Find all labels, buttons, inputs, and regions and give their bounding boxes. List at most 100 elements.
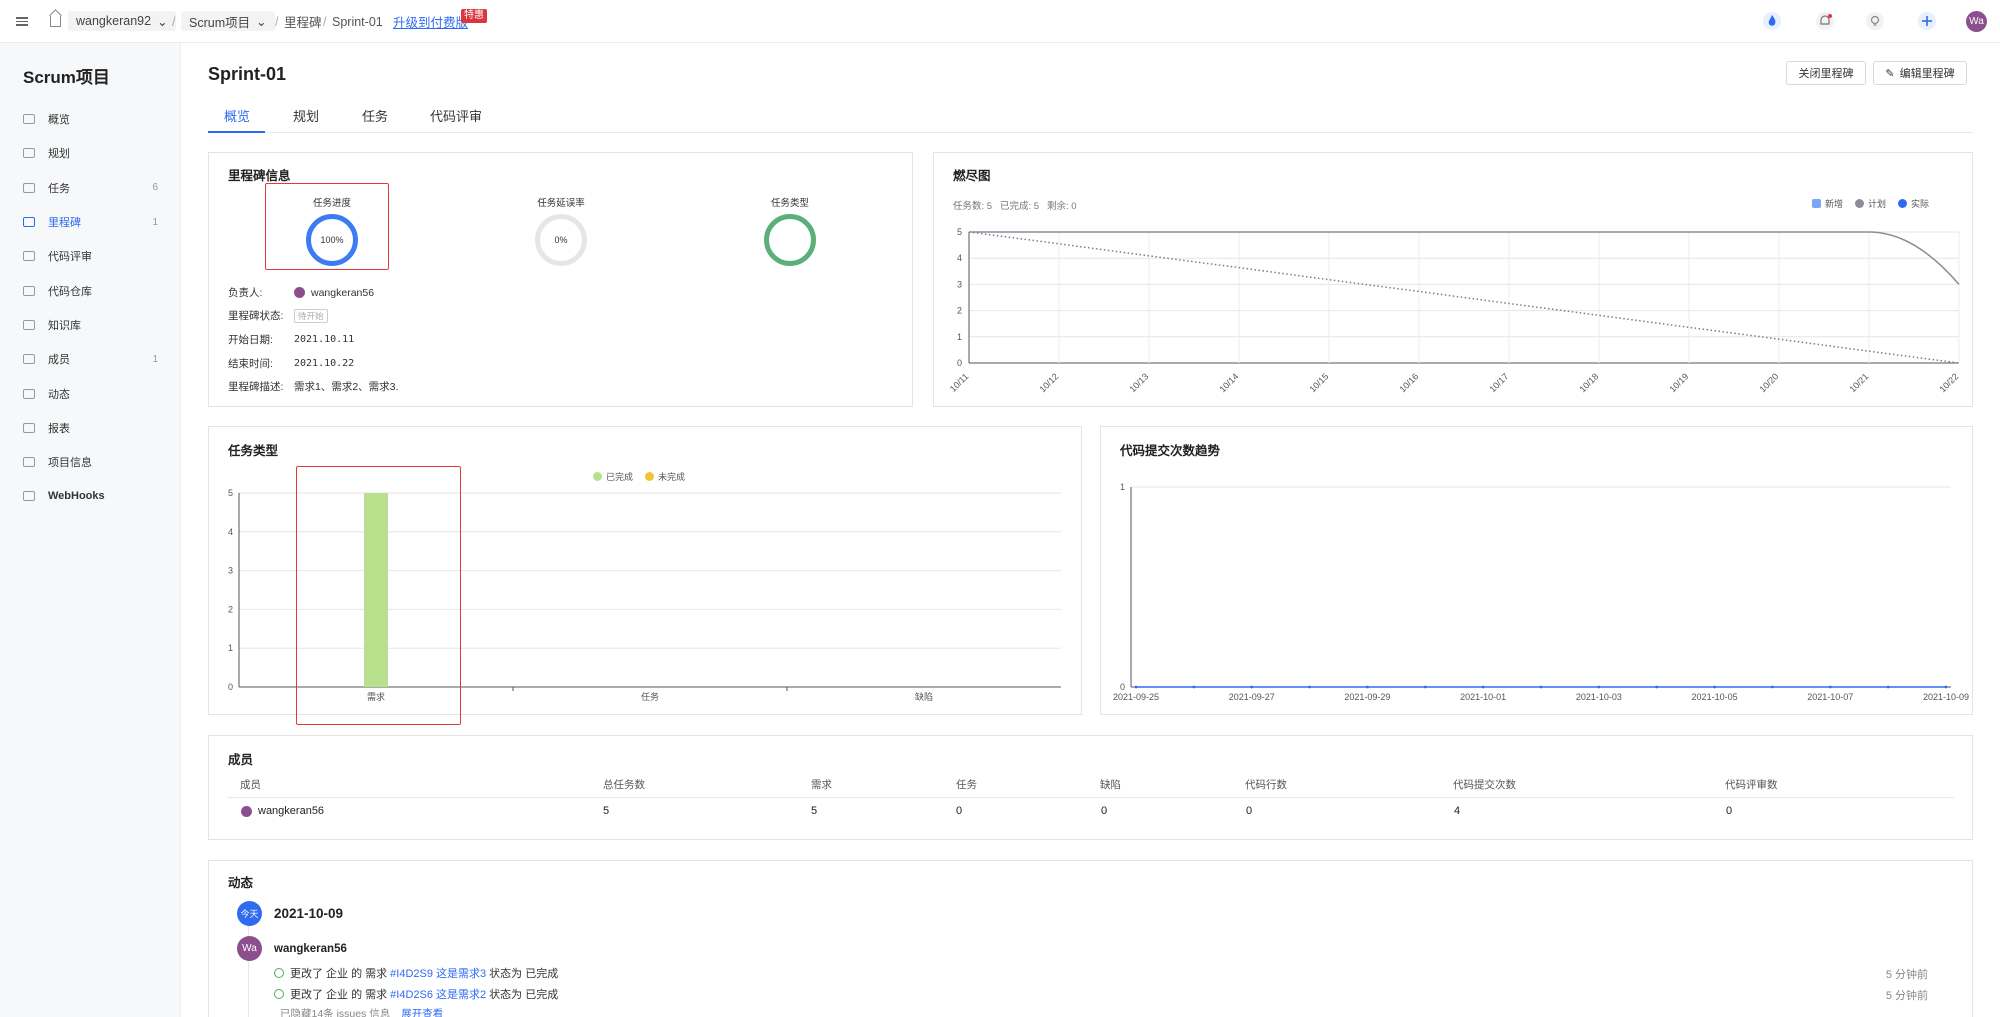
data-point xyxy=(1308,685,1311,689)
x-tick-label: 2021-10-03 xyxy=(1576,692,1622,702)
activity-text: 状态为 已完成 xyxy=(489,989,559,1001)
tab-tasks[interactable]: 任务 xyxy=(362,106,388,125)
lightbulb-icon[interactable] xyxy=(1865,11,1885,31)
sidebar-item-webhooks[interactable]: WebHooks xyxy=(0,479,181,513)
field-label: 里程碑状态: xyxy=(228,310,284,322)
sidebar-item-wiki[interactable]: 知识库 xyxy=(0,308,181,342)
sidebar-item-tasks[interactable]: 任务 6 xyxy=(0,171,181,205)
breadcrumb-sprint: Sprint-01 xyxy=(332,14,383,29)
sidebar-item-reports[interactable]: 报表 xyxy=(0,411,181,445)
x-tick-label: 任务 xyxy=(641,691,659,702)
bell-icon[interactable] xyxy=(1815,11,1835,31)
chevron-down-icon: ⌄ xyxy=(256,14,267,29)
owner-name: wangkeran56 xyxy=(311,286,375,299)
start-date: 2021.10.11 xyxy=(294,334,355,345)
edit-milestone-button[interactable]: ✎ 编辑里程碑 xyxy=(1873,61,1967,85)
y-tick-label: 0 xyxy=(228,682,233,692)
flame-icon[interactable] xyxy=(1762,11,1782,31)
table-cell: 4 xyxy=(1454,805,1461,817)
activity-time: 5 分钟前 xyxy=(1885,990,1928,1002)
home-icon[interactable] xyxy=(50,16,61,27)
members-card: 成员 xyxy=(208,735,1973,840)
table-cell: 5 xyxy=(603,805,610,817)
y-tick-label: 4 xyxy=(228,527,233,537)
avatar xyxy=(294,287,305,298)
column-header: 代码行数 xyxy=(1245,779,1287,791)
user-icon xyxy=(23,354,35,365)
x-tick-label: 10/17 xyxy=(1487,371,1510,394)
data-point xyxy=(1134,685,1138,689)
sidebar-item-milestone[interactable]: 里程碑 1 xyxy=(0,205,181,239)
sidebar-item-overview[interactable]: 概览 xyxy=(0,102,181,136)
sidebar-item-plan[interactable]: 规划 xyxy=(0,136,181,170)
burndown-card: 燃尽图 任务数: 5 已完成: 5 剩余: 0 新增 计划 实际 0123451… xyxy=(933,152,1973,407)
x-tick-label: 2021-10-01 xyxy=(1460,692,1506,702)
breadcrumb-separator: / xyxy=(275,14,279,29)
sidebar-item-activity[interactable]: 动态 xyxy=(0,376,181,410)
breadcrumb-milestone[interactable]: 里程碑 xyxy=(284,0,322,43)
org-selector[interactable]: wangkeran92 ⌄ xyxy=(68,11,176,31)
burndown-chart: 0 1 2 3 4 5 10/11 10/12 10/13 10/14 10/15 10/16 10/1… xyxy=(948,227,1961,394)
sidebar-item-code-review[interactable]: 代码评审 xyxy=(0,239,181,273)
data-point xyxy=(1250,685,1254,689)
data-point xyxy=(1423,685,1427,689)
task-type-ring xyxy=(764,214,816,266)
menu-icon[interactable] xyxy=(16,0,30,43)
pull-request-icon xyxy=(23,251,35,262)
x-tick-label: 2021-10-09 xyxy=(1923,692,1969,702)
expand-link[interactable]: 展开查看 xyxy=(401,1006,443,1017)
sidebar-item-label: 里程碑 xyxy=(48,217,81,230)
column-header: 总任务数 xyxy=(603,779,645,791)
card-title: 成员 xyxy=(228,753,254,767)
hidden-info: 已隐藏14条 issues 信息 展开查看 xyxy=(280,1006,443,1017)
upgrade-link[interactable]: 升级到付费版 xyxy=(393,0,468,43)
promo-badge: 特惠 xyxy=(461,9,487,23)
ring-label: 任务类型 xyxy=(770,198,809,209)
task-icon xyxy=(23,182,35,193)
tab-overview[interactable]: 概览 xyxy=(224,106,250,125)
field-label: 开始日期: xyxy=(228,334,273,346)
tab-planning[interactable]: 规划 xyxy=(293,106,319,125)
description: 需求1、需求2、需求3. xyxy=(294,381,399,393)
card-title: 动态 xyxy=(228,876,254,890)
breadcrumb-separator: / xyxy=(172,14,176,29)
sidebar-item-members[interactable]: 成员 1 xyxy=(0,342,181,376)
delay-value: 0% xyxy=(554,235,568,245)
add-icon[interactable] xyxy=(1917,11,1937,31)
plan-icon xyxy=(23,148,35,159)
user-avatar[interactable]: Wa xyxy=(1966,11,1987,32)
ring-label: 任务延误率 xyxy=(537,198,585,209)
y-tick-label: 2 xyxy=(228,604,233,614)
delay-ring: 0% xyxy=(535,214,587,266)
table-cell: 0 xyxy=(1246,805,1253,817)
sidebar-item-project-info[interactable]: 项目信息 xyxy=(0,445,181,479)
sidebar-item-repo[interactable]: 代码仓库 xyxy=(0,273,181,307)
y-tick-label: 1 xyxy=(228,643,233,653)
project-selector[interactable]: Scrum项目 ⌄ xyxy=(181,11,275,31)
hidden-count: 已隐藏14条 issues 信息 xyxy=(280,1008,391,1017)
activity-user[interactable]: wangkeran56 xyxy=(274,943,347,955)
x-tick-label: 10/14 xyxy=(1217,371,1240,394)
commit-trend-chart: 0 1 2021-09-25 2021-09-27 2021-09-29 2021-10-… xyxy=(1113,482,1969,702)
project-name: Scrum项目 xyxy=(189,15,251,30)
top-bar: wangkeran92 ⌄ / Scrum项目 ⌄ / 里程碑 / Sprint… xyxy=(0,0,2000,43)
tab-code-review[interactable]: 代码评审 xyxy=(430,106,482,125)
data-point xyxy=(1192,685,1196,689)
table-row[interactable]: wangkeran56 xyxy=(241,805,324,817)
data-point xyxy=(1597,685,1601,689)
list-item: 更改了 企业 的 需求 #I4D2S6 这是需求2 状态为 已完成 xyxy=(274,986,558,1002)
list-item: 更改了 企业 的 需求 #I4D2S9 这是需求3 状态为 已完成 xyxy=(274,965,558,981)
sidebar: Scrum项目 概览 规划 任务 6 里程碑 1 代码评审 代码仓库 知识库 成员 1… xyxy=(0,43,181,1017)
close-milestone-button[interactable]: 关闭里程碑 xyxy=(1786,61,1866,85)
info-icon xyxy=(23,457,35,468)
x-tick-label: 10/20 xyxy=(1757,371,1780,394)
column-header: 任务 xyxy=(956,779,977,791)
data-point xyxy=(1828,685,1832,689)
issue-link[interactable]: #I4D2S6 这是需求2 xyxy=(390,986,486,1002)
issue-link[interactable]: #I4D2S9 这是需求3 xyxy=(390,965,486,981)
data-point xyxy=(1886,685,1890,689)
book-icon xyxy=(23,319,35,330)
sidebar-item-label: 成员 xyxy=(48,354,70,367)
org-name: wangkeran92 xyxy=(76,14,152,28)
column-header: 缺陷 xyxy=(1100,779,1121,791)
